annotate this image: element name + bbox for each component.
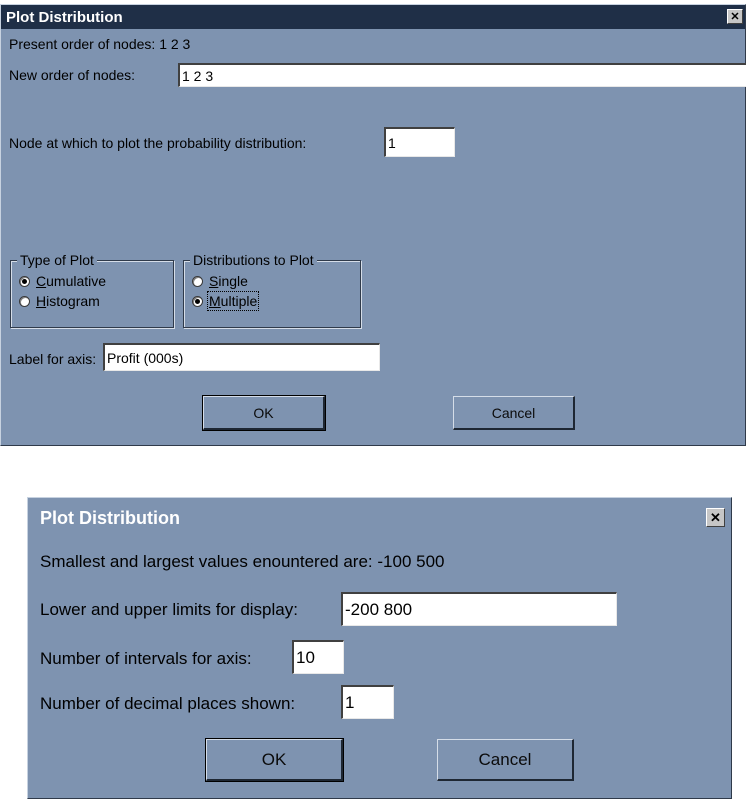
ok-button-2[interactable]: OK	[205, 738, 344, 782]
radio-multiple[interactable]: Multiple	[192, 291, 260, 311]
axis-label-input[interactable]: Profit (000s)	[103, 343, 380, 371]
new-order-label: New order of nodes:	[9, 67, 136, 83]
limits-input[interactable]: -200 800	[341, 592, 617, 626]
mnemonic-c: C	[36, 273, 47, 289]
dialog-1-title: Plot Distribution	[6, 9, 123, 26]
distributions-label: Distributions to Plot	[190, 252, 317, 268]
radio-histogram[interactable]: Histogram	[19, 293, 100, 309]
smallest-largest-text: Smallest and largest values enountered a…	[40, 552, 445, 571]
decimals-label: Number of decimal places shown:	[40, 694, 296, 713]
radio-single[interactable]: Single	[192, 273, 248, 289]
distributions-group: Distributions to Plot Single Multiple	[183, 252, 361, 328]
intervals-label: Number of intervals for axis:	[40, 649, 252, 668]
radio-cumulative-icon	[19, 275, 30, 287]
dialog-2-title: Plot Distribution	[40, 508, 180, 528]
type-of-plot-group: Type of Plot Cumulative Histogram	[10, 252, 174, 328]
close-icon[interactable]: ✕	[727, 9, 743, 24]
limits-label: Lower and upper limits for display:	[40, 600, 298, 619]
plot-distribution-dialog-1: Plot Distribution ✕ Present order of nod…	[0, 4, 746, 446]
multiple-label: ultiple	[220, 293, 258, 309]
new-order-input[interactable]: 1 2 3	[178, 63, 746, 87]
radio-cumulative[interactable]: Cumulative	[19, 273, 106, 289]
axis-label: Label for axis:	[9, 351, 97, 367]
cumulative-label: umulative	[46, 273, 107, 289]
radio-single-icon	[192, 275, 203, 287]
type-of-plot-label: Type of Plot	[17, 252, 97, 268]
present-order-text: Present order of nodes: 1 2 3	[9, 36, 191, 52]
node-label: Node at which to plot the probability di…	[9, 135, 307, 151]
cancel-button-2[interactable]: Cancel	[437, 739, 574, 781]
radio-multiple-icon	[192, 295, 203, 307]
cancel-button-1[interactable]: Cancel	[453, 396, 575, 430]
dialog-1-titlebar[interactable]: Plot Distribution ✕	[1, 5, 745, 29]
close-icon-2[interactable]: ✕	[706, 508, 725, 527]
dialog-2-titlebar[interactable]: Plot Distribution ✕	[28, 498, 731, 536]
mnemonic-h: H	[36, 293, 47, 309]
plot-distribution-dialog-2: Plot Distribution ✕ Smallest and largest…	[27, 497, 732, 799]
intervals-input[interactable]: 10	[292, 640, 344, 674]
decimals-input[interactable]: 1	[341, 685, 394, 719]
radio-histogram-icon	[19, 295, 30, 307]
histogram-label: istogram	[46, 293, 100, 309]
node-input[interactable]: 1	[384, 127, 455, 157]
mnemonic-m: M	[209, 293, 221, 309]
single-label: ingle	[218, 273, 248, 289]
ok-button-1[interactable]: OK	[202, 395, 326, 431]
mnemonic-s: S	[209, 273, 219, 289]
